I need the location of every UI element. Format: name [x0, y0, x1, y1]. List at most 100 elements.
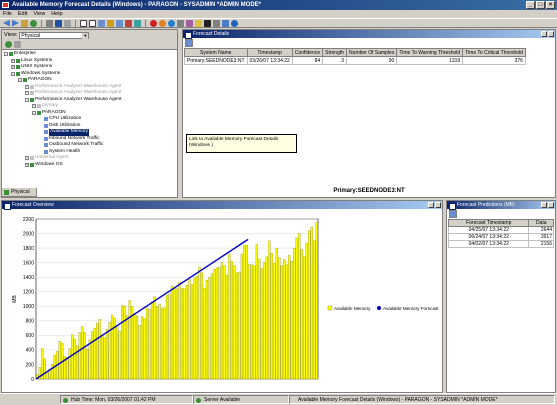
chart-icon[interactable]: [107, 19, 114, 27]
forward-icon[interactable]: [12, 19, 19, 27]
table-row[interactable]: 04/02/07 13:34:22 2156: [447, 240, 554, 248]
menu-view[interactable]: View: [33, 10, 45, 18]
bar: [121, 305, 124, 380]
notes-icon[interactable]: [195, 19, 202, 27]
column-header[interactable]: Time To Critical Threshold: [462, 48, 526, 57]
expand-icon[interactable]: +: [11, 65, 15, 70]
bar: [273, 263, 276, 380]
table-row[interactable]: 06/24/07 13:34:22 3917: [447, 233, 554, 241]
node-icon: [16, 58, 20, 63]
collapse-icon[interactable]: -: [11, 71, 15, 76]
table-icon[interactable]: [116, 19, 123, 27]
forecast-details-table: System Name Timestamp Confidence Strength Nu…: [184, 48, 526, 65]
save-icon[interactable]: [55, 19, 62, 27]
collapse-icon[interactable]: -: [18, 78, 22, 83]
menu-edit[interactable]: Edit: [18, 10, 27, 18]
filter-icon[interactable]: [186, 19, 193, 27]
column-header[interactable]: Data: [528, 219, 554, 227]
forecast-details-panel: Forecast Details System Name Timestamp Con…: [182, 29, 556, 198]
bar: [315, 222, 318, 380]
bar: [135, 315, 139, 380]
table-cell: Primary:SEEDNODE3:NT: [184, 56, 248, 65]
close-button[interactable]: ×: [546, 1, 555, 9]
bar: [268, 240, 271, 380]
workspace-icon[interactable]: [46, 19, 53, 27]
panel-maximize-button[interactable]: [428, 202, 434, 208]
menu-file[interactable]: File: [3, 10, 12, 18]
split-vertical-icon[interactable]: [89, 19, 96, 27]
column-header[interactable]: Time To Warning Threshold: [396, 48, 464, 57]
query-icon[interactable]: [177, 19, 184, 27]
panel-maximize-button[interactable]: [541, 31, 547, 37]
legend-label-memory: Available Memory: [334, 306, 371, 311]
navigator-update-icon[interactable]: [5, 41, 12, 48]
tools-icon[interactable]: [213, 19, 220, 27]
globe-icon[interactable]: [168, 19, 175, 27]
column-header[interactable]: Timestamp: [246, 48, 293, 57]
bar: [165, 295, 169, 380]
bar: [153, 296, 156, 380]
terminal-icon[interactable]: [204, 19, 211, 27]
bar: [125, 315, 129, 380]
minimize-button[interactable]: _: [526, 1, 535, 9]
menu-help[interactable]: Help: [51, 10, 62, 18]
view-label: View:: [4, 32, 18, 38]
column-header[interactable]: Forecast Timestamp: [447, 219, 530, 227]
collapse-icon[interactable]: -: [25, 97, 29, 102]
forecast-predictions-title: Forecast Predictions (MB): [457, 202, 515, 208]
panel-close-button[interactable]: [548, 202, 554, 208]
hub-time-status: Hub Time: Mon, 03/26/2007 01:42 PM: [60, 395, 193, 404]
bar: [248, 263, 251, 380]
bar: [155, 306, 159, 380]
collapse-icon[interactable]: -: [32, 110, 36, 115]
collapse-icon[interactable]: -: [4, 52, 8, 57]
table-cell: 04/02/07 13:34:22: [447, 240, 530, 248]
back-icon[interactable]: [3, 19, 10, 27]
plot-icon[interactable]: [125, 19, 132, 27]
refresh-icon[interactable]: [30, 19, 37, 27]
tree-node[interactable]: + Windows OS: [2, 162, 177, 169]
table-row[interactable]: Primary:SEEDNODE3:NT 03/26/07 13:34:22 84 3…: [184, 56, 526, 65]
bar: [180, 287, 184, 380]
table-cell: 3917: [528, 233, 554, 241]
y-tick-label: 1400: [23, 275, 34, 281]
bar: [168, 293, 171, 380]
column-header[interactable]: Confidence: [291, 48, 324, 57]
expand-icon[interactable]: +: [25, 156, 29, 161]
print-icon[interactable]: [64, 19, 71, 27]
table-row[interactable]: 04/25/07 13:34:22 2644: [447, 226, 554, 234]
help-icon[interactable]: [231, 19, 238, 27]
panel-close-button[interactable]: [548, 31, 554, 37]
bar: [290, 261, 293, 380]
panel-maximize-button[interactable]: [541, 202, 547, 208]
layout-icon[interactable]: [98, 19, 105, 27]
users-icon[interactable]: [222, 19, 229, 27]
column-header[interactable]: Strength: [322, 48, 348, 57]
stop-icon[interactable]: [150, 19, 157, 27]
table-cell: 06/24/07 13:34:22: [447, 233, 530, 241]
expand-icon[interactable]: +: [25, 162, 29, 167]
bar: [270, 253, 273, 380]
situation-icon[interactable]: [159, 19, 166, 27]
navigator-edit-icon[interactable]: [14, 41, 21, 48]
column-header[interactable]: System Name: [184, 48, 248, 57]
expand-icon[interactable]: +: [11, 58, 15, 63]
expand-icon[interactable]: +: [25, 84, 29, 89]
bar: [128, 300, 131, 380]
bar: [160, 308, 164, 380]
tab-physical[interactable]: Physical: [1, 188, 37, 197]
view-bar: View: Physical: [2, 30, 177, 40]
column-header[interactable]: Number Of Samples: [346, 48, 398, 57]
home-icon[interactable]: [21, 19, 28, 27]
maximize-button[interactable]: □: [536, 1, 545, 9]
panel-close-button[interactable]: [435, 202, 441, 208]
expand-icon[interactable]: +: [32, 104, 36, 109]
bar: [185, 285, 189, 380]
split-horizontal-icon[interactable]: [80, 19, 87, 27]
bar: [208, 277, 211, 380]
gauge-icon[interactable]: [134, 19, 141, 27]
table-properties-icon[interactable]: [185, 39, 193, 47]
view-select[interactable]: Physical: [19, 31, 90, 39]
table-properties-icon[interactable]: [449, 210, 457, 218]
expand-icon[interactable]: +: [25, 91, 29, 96]
